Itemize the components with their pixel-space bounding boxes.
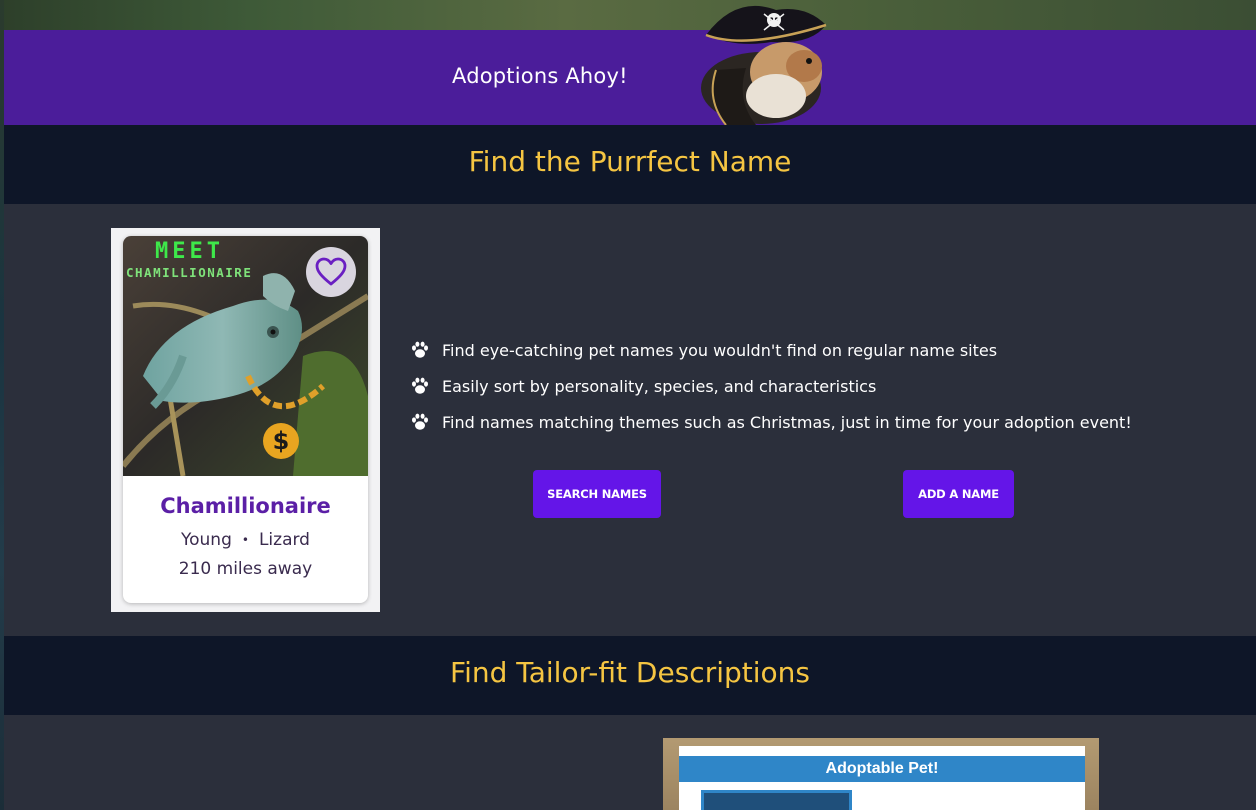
top-banner: Adoptions Ahoy! [4,5,1256,126]
pet-meta: Young • Lizard [123,530,368,550]
names-section-header: Find the Purrfect Name [4,125,1256,204]
separator-dot: • [241,533,249,547]
descriptions-section-heading: Find Tailor-fit Descriptions [450,656,810,689]
feature-item: Easily sort by personality, species, and… [410,368,1132,404]
heart-outline-icon [315,257,347,286]
paw-icon [412,413,428,430]
poster-paper: Adoptable Pet! [679,746,1085,810]
feature-text: Find eye-catching pet names you wouldn't… [442,340,998,360]
photo-caption-meet: MEET [155,239,224,264]
pet-name[interactable]: Chamillionaire [123,494,368,518]
feature-text: Find names matching themes such as Chris… [442,412,1132,432]
poster-photo [701,790,852,810]
banner-title: Adoptions Ahoy! [452,64,628,88]
svg-text:$: $ [273,427,290,455]
pet-card[interactable]: $ MEET CHAMILLIONAIRE Chamillionaire You… [123,236,368,603]
pet-age: Young [181,530,232,550]
feature-text: Easily sort by personality, species, and… [442,376,877,396]
descriptions-section-header: Find Tailor-fit Descriptions [4,636,1256,715]
poster-header: Adoptable Pet! [679,756,1085,782]
pet-distance: 210 miles away [178,559,313,579]
paw-icon [412,341,428,358]
feature-list: Find eye-catching pet names you wouldn't… [410,332,1132,440]
names-section-heading: Find the Purrfect Name [468,145,792,178]
page: Adoptions Ahoy! Find the Purrfect Name $… [0,0,1256,810]
background-photo [0,0,1256,30]
add-name-button[interactable]: Add a Name [903,470,1014,518]
photo-caption-name: CHAMILLIONAIRE [126,265,252,280]
feature-item: Find eye-catching pet names you wouldn't… [410,332,1132,368]
feature-item: Find names matching themes such as Chris… [410,404,1132,440]
search-names-button[interactable]: Search Names [533,470,661,518]
pirate-guinea-pig-icon [701,5,827,126]
favorite-button[interactable] [306,247,356,297]
pet-species: Lizard [258,530,310,550]
pet-card-frame: $ MEET CHAMILLIONAIRE Chamillionaire You… [111,228,380,612]
adoptable-pet-poster: Adoptable Pet! [663,738,1099,810]
paw-icon [412,377,428,394]
